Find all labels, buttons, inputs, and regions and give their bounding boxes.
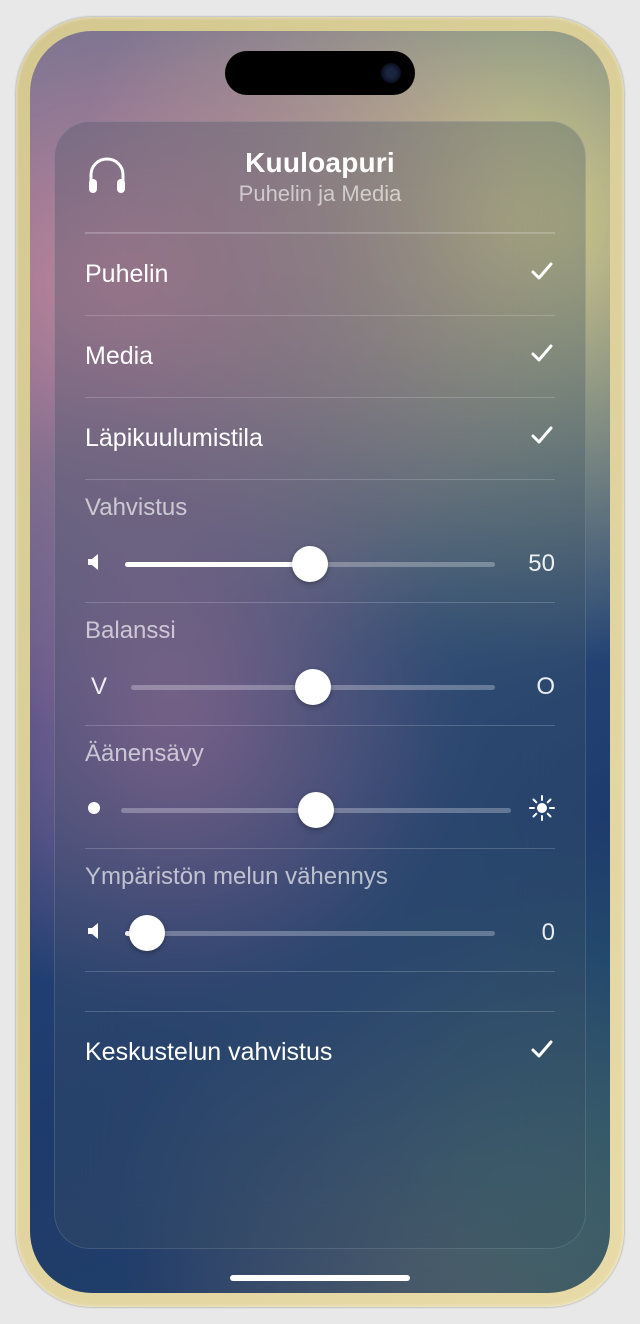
check-icon <box>529 340 555 373</box>
slider-tone-group: Äänensävy <box>85 725 555 848</box>
slider-tone-label: Äänensävy <box>85 740 555 768</box>
check-icon <box>529 1036 555 1069</box>
slider-noise[interactable]: 0 <box>85 909 555 957</box>
hearing-panel: Kuuloapuri Puhelin ja Media Puhelin Medi… <box>54 121 586 1249</box>
slider-balance-label: Balanssi <box>85 617 555 645</box>
headphones-icon <box>85 153 129 202</box>
slider-track[interactable] <box>125 931 495 936</box>
camera-dot <box>381 63 401 83</box>
slider-gain-label: Vahvistus <box>85 494 555 522</box>
phone-frame: Kuuloapuri Puhelin ja Media Puhelin Medi… <box>16 17 624 1307</box>
panel-title: Kuuloapuri <box>85 147 555 179</box>
slider-handle[interactable] <box>295 669 331 705</box>
slider-track[interactable] <box>131 685 495 690</box>
slider-gain-value: 50 <box>513 550 555 578</box>
slider-gain-group: Vahvistus 50 <box>85 479 555 602</box>
panel-subtitle: Puhelin ja Media <box>85 181 555 207</box>
slider-handle[interactable] <box>298 792 334 828</box>
slider-balance-group: Balanssi V O <box>85 602 555 725</box>
option-conversation-boost[interactable]: Keskustelun vahvistus <box>85 1011 555 1093</box>
slider-noise-value: 0 <box>513 919 555 947</box>
option-label: Media <box>85 342 153 371</box>
slider-gain[interactable]: 50 <box>85 540 555 588</box>
dim-icon <box>85 799 103 822</box>
option-label: Puhelin <box>85 260 168 289</box>
option-transparency[interactable]: Läpikuulumistila <box>85 397 555 479</box>
check-icon <box>529 258 555 291</box>
slider-fill <box>125 562 310 567</box>
slider-noise-group: Ympäristön melun vähennys 0 <box>85 848 555 971</box>
home-indicator[interactable] <box>230 1275 410 1281</box>
slider-track[interactable] <box>121 808 511 813</box>
option-media[interactable]: Media <box>85 315 555 397</box>
phone-screen: Kuuloapuri Puhelin ja Media Puhelin Medi… <box>30 31 610 1293</box>
speaker-low-icon <box>85 920 107 947</box>
slider-handle[interactable] <box>292 546 328 582</box>
balance-right-label: O <box>513 673 555 701</box>
check-icon <box>529 422 555 455</box>
slider-balance[interactable]: V O <box>85 663 555 711</box>
slider-noise-label: Ympäristön melun vähennys <box>85 863 555 891</box>
bright-icon <box>529 795 555 826</box>
slider-handle[interactable] <box>129 915 165 951</box>
dynamic-island <box>225 51 415 95</box>
slider-track[interactable] <box>125 562 495 567</box>
spacer <box>85 971 555 1011</box>
option-label: Läpikuulumistila <box>85 424 263 453</box>
balance-left-label: V <box>85 673 113 701</box>
option-phone[interactable]: Puhelin <box>85 233 555 315</box>
slider-tone[interactable] <box>85 786 555 834</box>
speaker-low-icon <box>85 551 107 578</box>
option-label: Keskustelun vahvistus <box>85 1038 332 1067</box>
panel-header: Kuuloapuri Puhelin ja Media <box>85 122 555 232</box>
